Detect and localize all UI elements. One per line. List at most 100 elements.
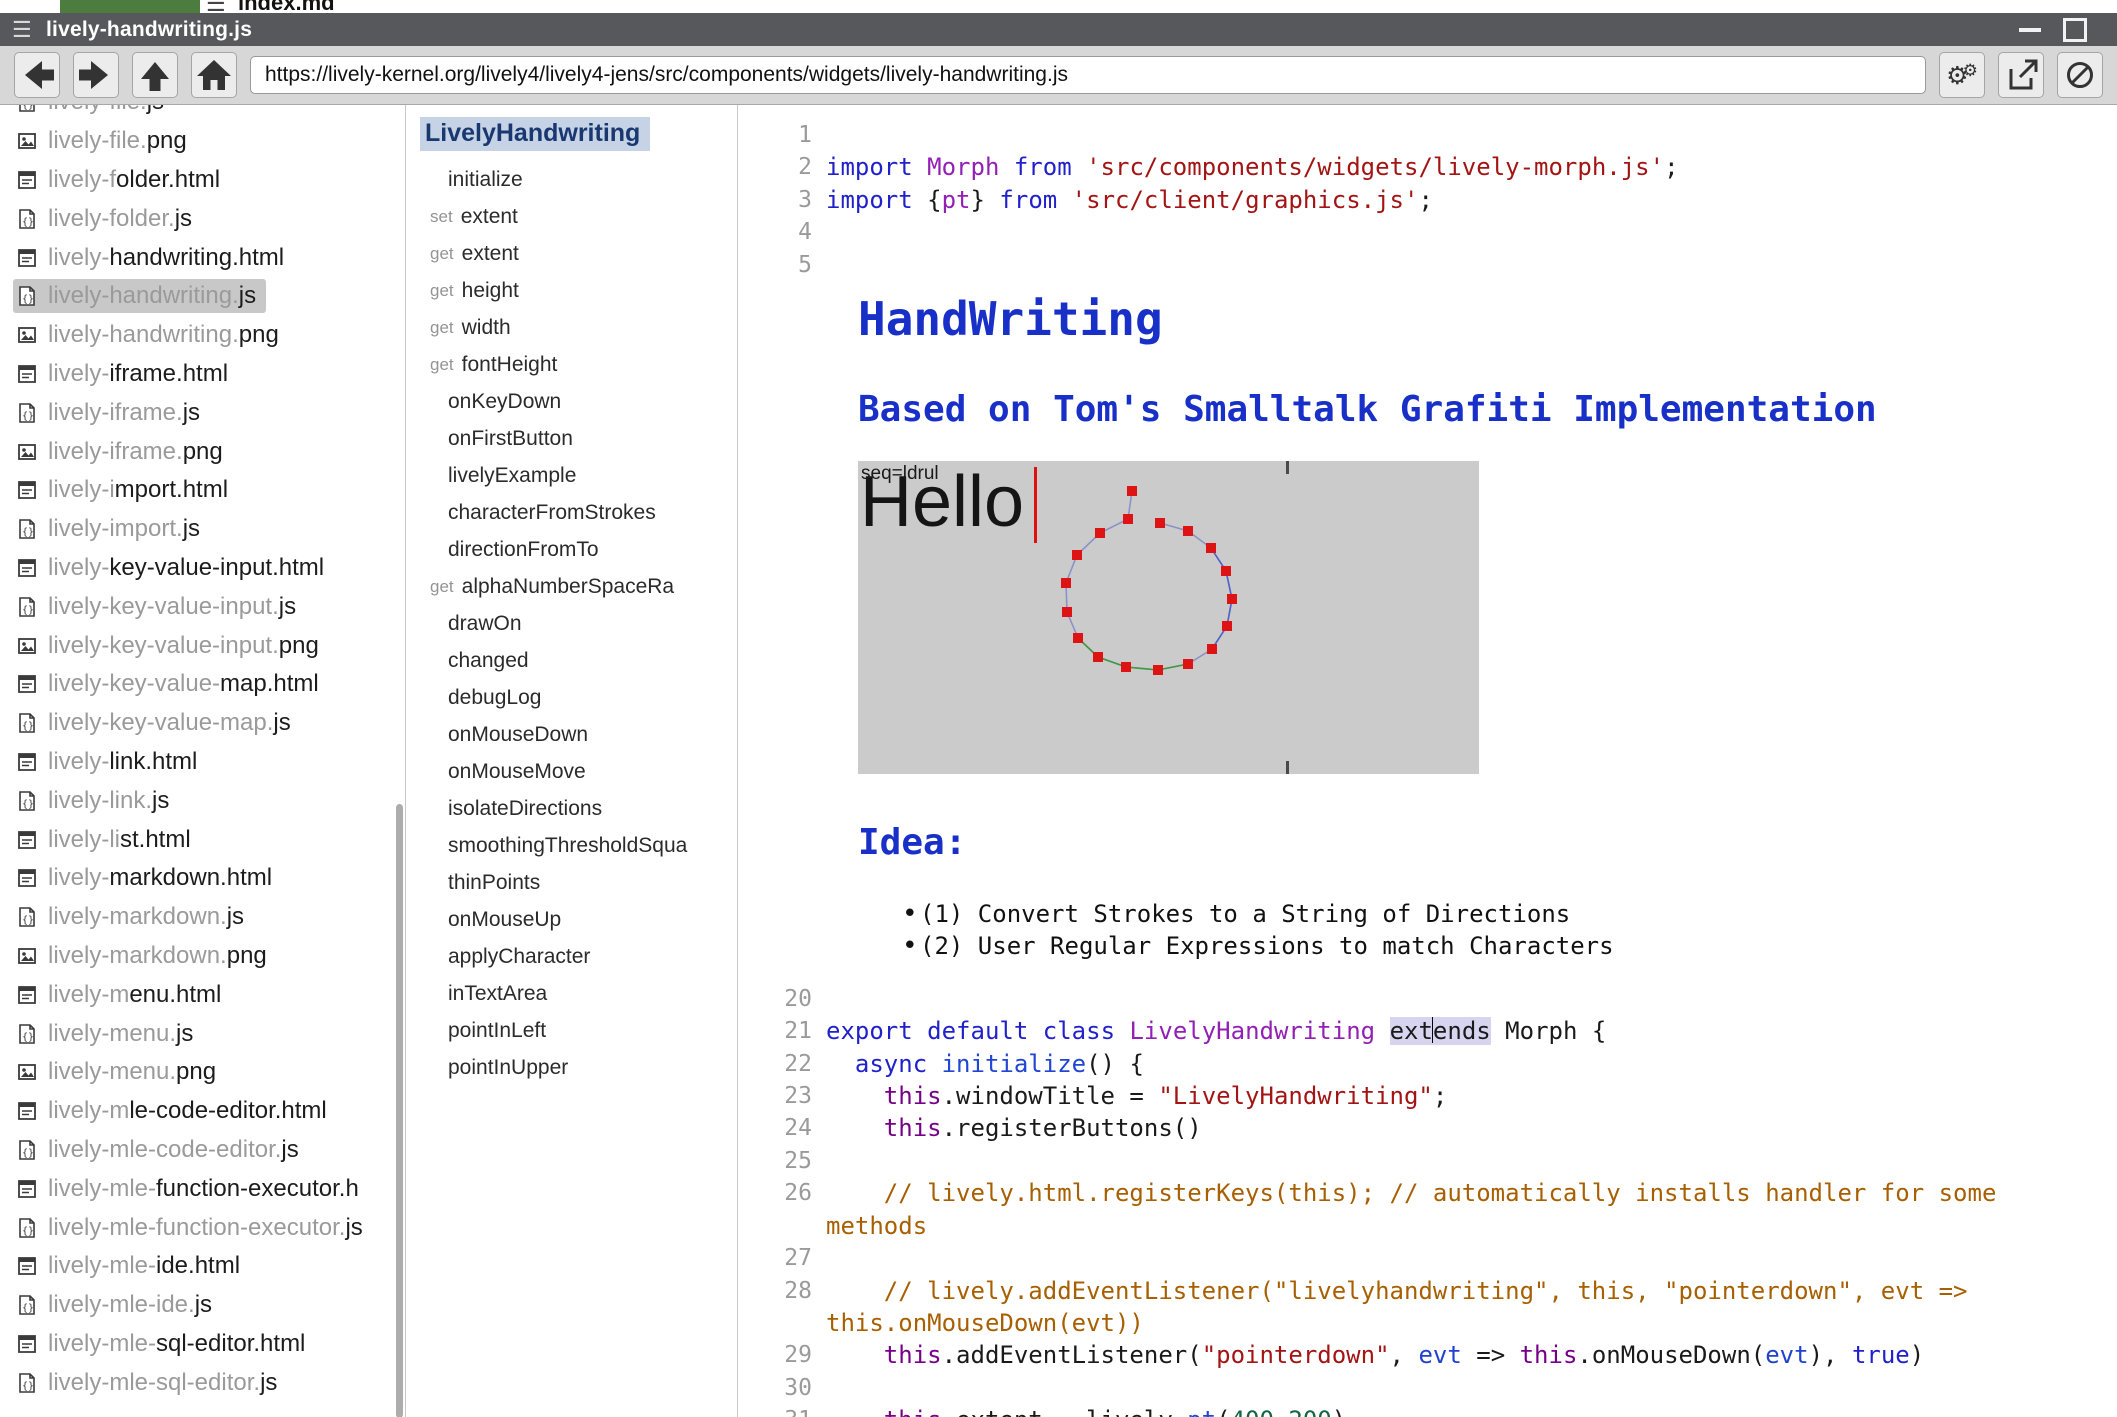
- code-text[interactable]: this.windowTitle = "LivelyHandwriting";: [826, 1080, 2078, 1112]
- home-button[interactable]: [191, 52, 237, 98]
- code-line[interactable]: 21export default class LivelyHandwriting…: [738, 1015, 2117, 1047]
- file-list-item[interactable]: {}lively-markdown.js: [0, 898, 405, 937]
- outline-item[interactable]: setextent: [418, 198, 737, 235]
- code-text[interactable]: this.extent = lively.pt(400,200): [826, 1404, 2078, 1417]
- file-list-item[interactable]: lively-iframe.png: [0, 432, 405, 471]
- outline-item[interactable]: debugLog: [418, 679, 737, 716]
- file-list-item[interactable]: lively-import.html: [0, 471, 405, 510]
- code-line[interactable]: 27: [738, 1242, 2117, 1274]
- outline-item[interactable]: pointInUpper: [418, 1049, 737, 1086]
- outline-item[interactable]: smoothingThresholdSqua: [418, 827, 737, 864]
- file-list-item[interactable]: {}lively-mle-function-executor.js: [0, 1208, 405, 1247]
- outline-item[interactable]: applyCharacter: [418, 938, 737, 975]
- file-list-item[interactable]: lively-iframe.html: [0, 355, 405, 394]
- code-text[interactable]: [826, 1372, 2078, 1404]
- maximize-button[interactable]: [2063, 18, 2087, 42]
- outline-item[interactable]: isolateDirections: [418, 790, 737, 827]
- block-button[interactable]: [2057, 52, 2103, 98]
- outline-item[interactable]: initialize: [418, 161, 737, 198]
- url-input[interactable]: [250, 56, 1926, 94]
- file-list-item[interactable]: lively-mle-code-editor.html: [0, 1092, 405, 1131]
- outline-item[interactable]: getfontHeight: [418, 346, 737, 383]
- outline-item[interactable]: livelyExample: [418, 457, 737, 494]
- file-list-item[interactable]: lively-list.html: [0, 820, 405, 859]
- file-list-item[interactable]: {}lively-file.js: [0, 105, 405, 122]
- code-line[interactable]: 30: [738, 1372, 2117, 1404]
- file-list-item[interactable]: {}lively-mle-sql-editor.js: [0, 1363, 405, 1402]
- outline-item[interactable]: characterFromStrokes: [418, 494, 737, 531]
- file-list-item[interactable]: {}lively-link.js: [0, 781, 405, 820]
- window-menu-icon[interactable]: ☰: [12, 13, 46, 46]
- back-button[interactable]: [14, 52, 60, 98]
- file-list-item[interactable]: lively-markdown.html: [0, 859, 405, 898]
- file-list-item[interactable]: {}lively-key-value-input.js: [0, 587, 405, 626]
- up-button[interactable]: [132, 52, 178, 98]
- outline-class-name[interactable]: LivelyHandwriting: [420, 117, 650, 151]
- open-external-button[interactable]: [1998, 52, 2044, 98]
- code-text[interactable]: async initialize() {: [826, 1048, 2078, 1080]
- code-line[interactable]: 25: [738, 1145, 2117, 1177]
- file-list-item[interactable]: {}lively-import.js: [0, 510, 405, 549]
- outline-item[interactable]: onKeyDown: [418, 383, 737, 420]
- code-text[interactable]: this.addEventListener("pointerdown", evt…: [826, 1339, 2078, 1371]
- code-text[interactable]: // lively.html.registerKeys(this); // au…: [826, 1177, 2078, 1242]
- file-list-item[interactable]: lively-key-value-input.png: [0, 626, 405, 665]
- code-line[interactable]: 22 async initialize() {: [738, 1048, 2117, 1080]
- code-line[interactable]: 26 // lively.html.registerKeys(this); //…: [738, 1177, 2117, 1242]
- code-editor[interactable]: 12import Morph from 'src/components/widg…: [738, 105, 2117, 1417]
- code-line[interactable]: 5: [738, 249, 2117, 281]
- file-list-item[interactable]: {}lively-menu.js: [0, 1014, 405, 1053]
- file-list-item[interactable]: lively-markdown.png: [0, 937, 405, 976]
- code-text[interactable]: import Morph from 'src/components/widget…: [826, 151, 2078, 183]
- file-list-item[interactable]: lively-mle-ide.html: [0, 1247, 405, 1286]
- outline-item[interactable]: getheight: [418, 272, 737, 309]
- code-text[interactable]: // lively.addEventListener("livelyhandwr…: [826, 1275, 2078, 1340]
- file-list-item[interactable]: {}lively-iframe.js: [0, 393, 405, 432]
- code-text[interactable]: [826, 983, 2078, 1015]
- code-line[interactable]: 2import Morph from 'src/components/widge…: [738, 151, 2117, 183]
- outline-item[interactable]: inTextArea: [418, 975, 737, 1012]
- code-line[interactable]: 24 this.registerButtons(): [738, 1112, 2117, 1144]
- code-line[interactable]: 20: [738, 983, 2117, 1015]
- outline-item[interactable]: onMouseUp: [418, 901, 737, 938]
- code-text[interactable]: import {pt} from 'src/client/graphics.js…: [826, 184, 2078, 216]
- outline-item[interactable]: onFirstButton: [418, 420, 737, 457]
- file-list-item[interactable]: {}lively-key-value-map.js: [0, 704, 405, 743]
- outline-item[interactable]: thinPoints: [418, 864, 737, 901]
- code-text[interactable]: [826, 216, 2078, 248]
- code-line[interactable]: 29 this.addEventListener("pointerdown", …: [738, 1339, 2117, 1371]
- minimize-button[interactable]: [2019, 28, 2041, 32]
- code-text[interactable]: this.registerButtons(): [826, 1112, 2078, 1144]
- file-list-item[interactable]: lively-folder.html: [0, 161, 405, 200]
- file-list-item[interactable]: lively-menu.png: [0, 1053, 405, 1092]
- code-text[interactable]: export default class LivelyHandwriting e…: [826, 1015, 2078, 1047]
- file-list-item[interactable]: {}lively-handwriting.js: [0, 277, 405, 316]
- file-list-scrollbar[interactable]: [396, 804, 403, 1417]
- file-list-item[interactable]: {}lively-folder.js: [0, 199, 405, 238]
- code-line[interactable]: 31 this.extent = lively.pt(400,200): [738, 1404, 2117, 1417]
- file-list-item[interactable]: lively-key-value-map.html: [0, 665, 405, 704]
- file-list-item[interactable]: {}lively-mle-code-editor.js: [0, 1131, 405, 1170]
- outline-item[interactable]: drawOn: [418, 605, 737, 642]
- code-line[interactable]: 28 // lively.addEventListener("livelyhan…: [738, 1275, 2117, 1340]
- code-line[interactable]: 3import {pt} from 'src/client/graphics.j…: [738, 184, 2117, 216]
- code-text[interactable]: [826, 1242, 2078, 1274]
- outline-item[interactable]: getalphaNumberSpaceRa: [418, 568, 737, 605]
- code-line[interactable]: 1: [738, 119, 2117, 151]
- outline-item[interactable]: onMouseDown: [418, 716, 737, 753]
- file-list-item[interactable]: {}lively-mle-ide.js: [0, 1286, 405, 1325]
- settings-button[interactable]: ⚙⚙: [1939, 52, 1985, 98]
- file-list-item[interactable]: lively-mle-function-executor.h: [0, 1169, 405, 1208]
- outline-item[interactable]: changed: [418, 642, 737, 679]
- outline-item[interactable]: getextent: [418, 235, 737, 272]
- file-list-item[interactable]: lively-handwriting.png: [0, 316, 405, 355]
- file-list-item[interactable]: lively-handwriting.html: [0, 238, 405, 277]
- code-text[interactable]: [826, 1145, 2078, 1177]
- forward-button[interactable]: [73, 52, 119, 98]
- file-list-item[interactable]: lively-mle-sql-editor.html: [0, 1325, 405, 1364]
- file-list-item[interactable]: lively-link.html: [0, 743, 405, 782]
- outline-item[interactable]: directionFromTo: [418, 531, 737, 568]
- file-list-item[interactable]: lively-key-value-input.html: [0, 549, 405, 588]
- code-line[interactable]: 4: [738, 216, 2117, 248]
- code-text[interactable]: [826, 249, 2078, 281]
